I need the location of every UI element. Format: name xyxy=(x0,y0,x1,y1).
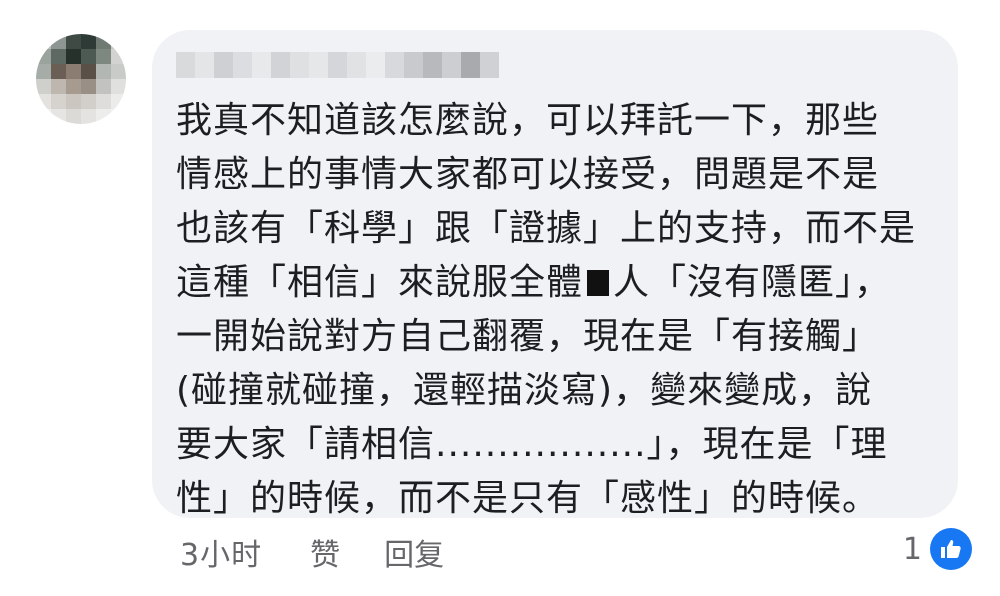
comment-line-part: 這種「相信」來說服全體 xyxy=(176,262,584,303)
reaction-count[interactable]: 1 xyxy=(903,532,922,567)
like-button[interactable]: 赞 xyxy=(310,530,340,574)
redaction-block xyxy=(587,270,610,296)
reply-button[interactable]: 回复 xyxy=(384,530,444,574)
comment-line: 也該有「科學」跟「證據」上的支持，而不是 xyxy=(176,208,917,249)
timestamp[interactable]: 3小时 xyxy=(180,530,262,574)
thumbs-up-icon xyxy=(930,528,972,570)
comment-line: (碰撞就碰撞，還輕描淡寫)，變來變成，說 xyxy=(176,370,873,411)
comment-line: 一開始說對方自己翻覆，現在是「有接觸」 xyxy=(176,316,880,357)
comment-actions: 3小时 赞 回复 xyxy=(180,530,488,574)
comment-line-part: 人「沒有隱匿」， xyxy=(613,262,892,303)
reaction-summary[interactable]: 1 xyxy=(903,528,972,570)
comment-bubble: 我真不知道該怎麼說，可以拜託一下，那些 情感上的事情大家都可以接受，問題是不是 … xyxy=(152,30,958,519)
comment-line: 這種「相信」來說服全體 人「沒有隱匿」， xyxy=(176,256,936,310)
comment-line: 我真不知道該怎麼說，可以拜託一下，那些 xyxy=(176,100,880,141)
avatar[interactable] xyxy=(36,34,126,124)
comment-container: 我真不知道該怎麼說，可以拜託一下，那些 情感上的事情大家都可以接受，問題是不是 … xyxy=(0,0,1000,596)
comment-line: 情感上的事情大家都可以接受，問題是不是 xyxy=(176,154,880,195)
author-name-redacted[interactable] xyxy=(176,52,499,78)
comment-line: 性」的時候，而不是只有「感性」的時候。 xyxy=(176,478,880,519)
comment-text: 我真不知道該怎麼說，可以拜託一下，那些 情感上的事情大家都可以接受，問題是不是 … xyxy=(176,94,936,526)
comment-line: 要大家「請相信.................」，現在是「理 xyxy=(176,424,888,465)
